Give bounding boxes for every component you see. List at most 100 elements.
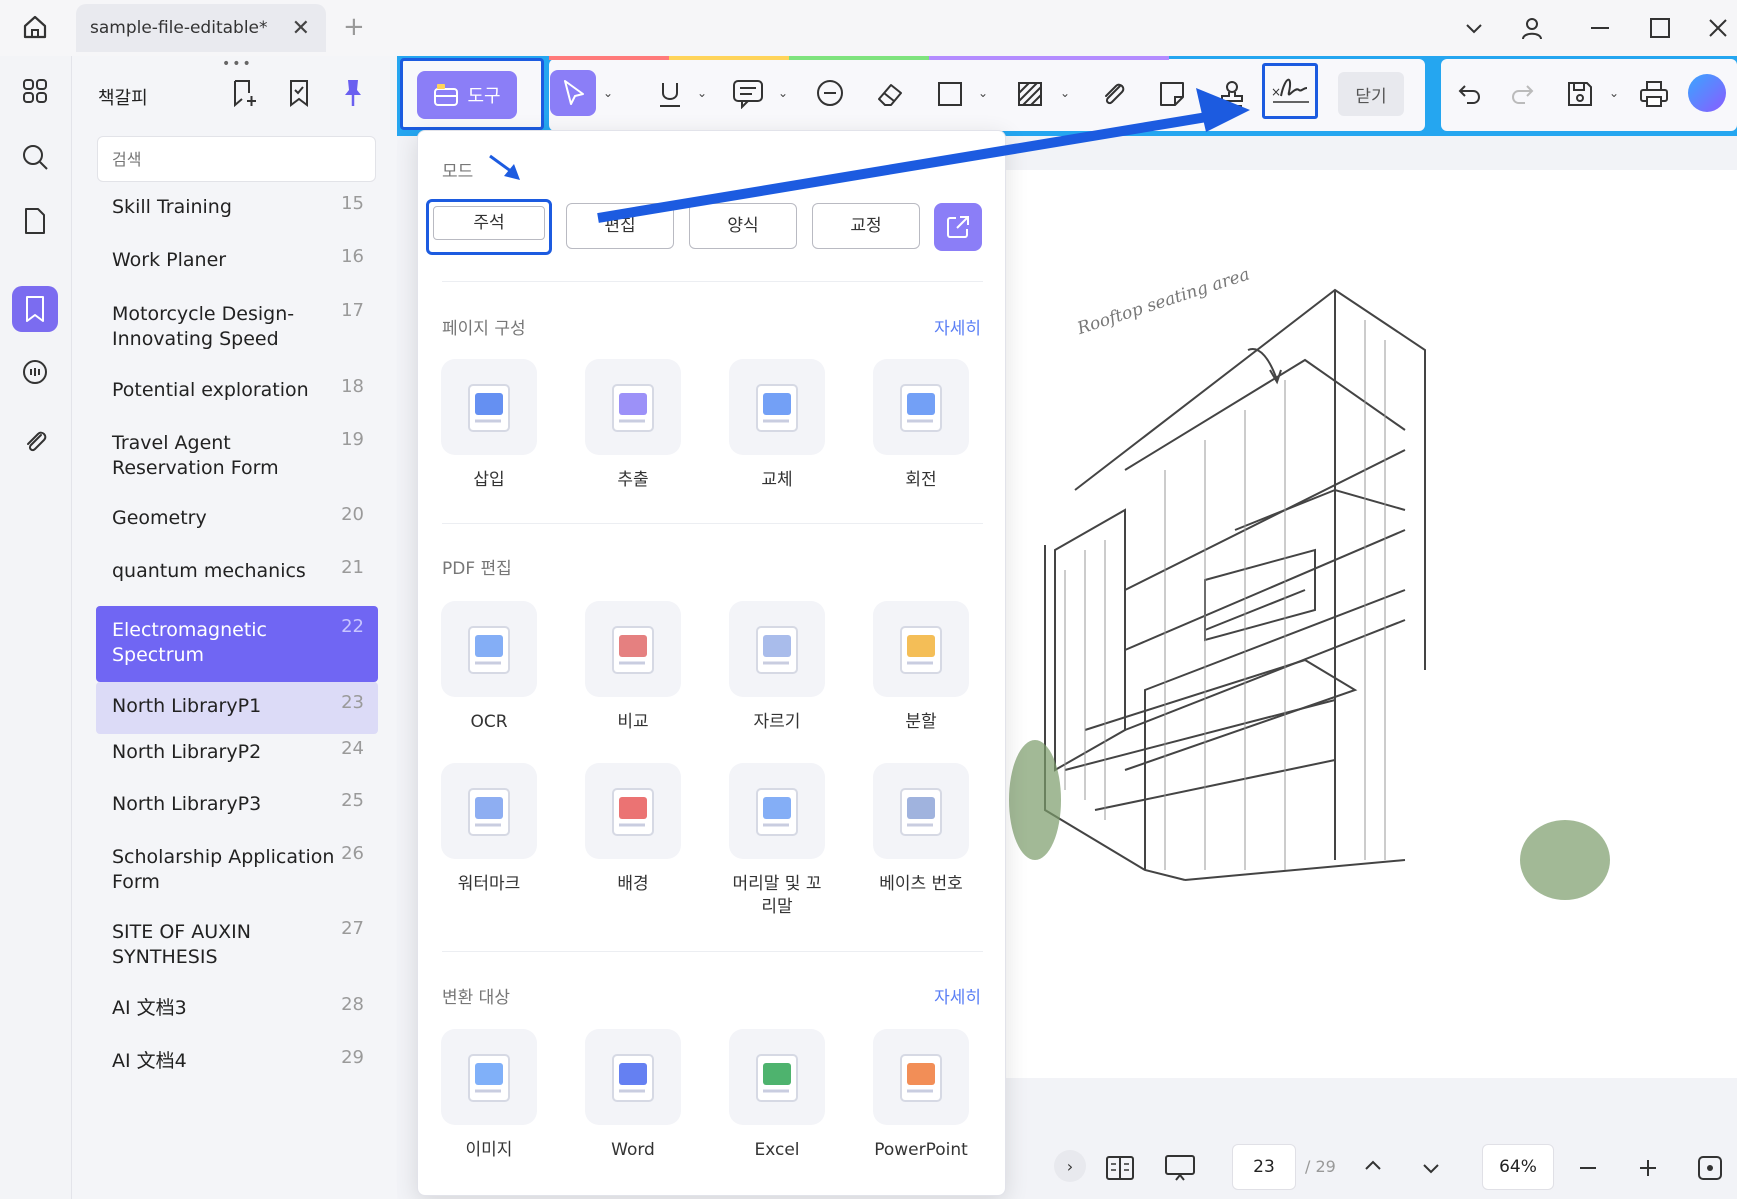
tool-item[interactable]: 비교 bbox=[578, 601, 688, 734]
bookmark-item[interactable]: Travel Agent Reservation Form 19 bbox=[96, 425, 378, 489]
home-icon[interactable] bbox=[18, 10, 52, 44]
chevron-down-icon[interactable]: ⌄ bbox=[978, 86, 988, 100]
tool-item[interactable]: 베이츠 번호 bbox=[866, 763, 976, 896]
fit-page-icon[interactable] bbox=[1692, 1150, 1728, 1186]
callout-icon[interactable] bbox=[728, 74, 768, 114]
bookmark-page-number: 29 bbox=[341, 1047, 364, 1068]
add-tab-icon[interactable]: + bbox=[343, 12, 365, 42]
user-icon[interactable] bbox=[1514, 10, 1550, 46]
panel-resize-handle[interactable]: ••• bbox=[222, 56, 253, 72]
maximize-icon[interactable] bbox=[1642, 10, 1678, 46]
chevron-down-icon[interactable]: ⌄ bbox=[778, 86, 788, 100]
chevron-down-icon[interactable]: ⌄ bbox=[1060, 86, 1070, 100]
search-icon[interactable] bbox=[12, 134, 58, 180]
tool-item[interactable]: 삽입 bbox=[434, 359, 544, 492]
area-hatch-icon[interactable] bbox=[1010, 74, 1050, 114]
ai-assistant-icon[interactable] bbox=[1688, 74, 1726, 112]
close-tools-button[interactable]: 닫기 bbox=[1338, 72, 1404, 116]
tool-item[interactable]: 이미지 bbox=[434, 1029, 544, 1162]
chevron-down-icon[interactable]: ⌄ bbox=[603, 86, 613, 100]
stamp-icon[interactable] bbox=[1212, 74, 1252, 114]
zoom-in-icon[interactable] bbox=[1630, 1150, 1666, 1186]
tool-item[interactable]: 자르기 bbox=[722, 601, 832, 734]
attachment-icon[interactable] bbox=[12, 418, 58, 464]
pin-icon[interactable] bbox=[336, 76, 370, 110]
tool-item[interactable]: 머리말 및 꼬 리말 bbox=[722, 763, 832, 919]
previous-page-icon[interactable] bbox=[1355, 1148, 1391, 1184]
bookmark-label: Motorcycle Design- Innovating Speed bbox=[112, 303, 295, 350]
eraser-icon[interactable] bbox=[870, 74, 910, 114]
bookmark-item[interactable]: Electromagnetic Spectrum 22 bbox=[96, 606, 378, 682]
bookmark-outline-icon[interactable] bbox=[282, 76, 316, 110]
bookmark-item[interactable]: AI 文档4 29 bbox=[96, 1043, 378, 1087]
tool-item[interactable]: Word bbox=[578, 1029, 688, 1162]
page-icon[interactable] bbox=[12, 198, 58, 244]
bookmark-item[interactable]: AI 文档3 28 bbox=[96, 990, 378, 1034]
tool-item[interactable]: 분할 bbox=[866, 601, 976, 734]
bookmark-item[interactable]: Motorcycle Design- Innovating Speed 17 bbox=[96, 296, 378, 360]
expand-panel-icon[interactable]: › bbox=[1054, 1150, 1086, 1182]
chevron-down-icon[interactable] bbox=[1456, 10, 1492, 46]
bookmark-item[interactable]: North LibraryP2 24 bbox=[96, 734, 378, 778]
tool-item[interactable]: 워터마크 bbox=[434, 763, 544, 896]
tool-item[interactable]: 회전 bbox=[866, 359, 976, 492]
bookmark-item[interactable]: North LibraryP3 25 bbox=[96, 786, 378, 830]
comment-icon[interactable] bbox=[12, 350, 58, 396]
reading-mode-icon[interactable] bbox=[1102, 1150, 1138, 1186]
bookmark-item[interactable]: Scholarship Application Form 26 bbox=[96, 839, 378, 903]
tool-item[interactable]: OCR bbox=[434, 601, 544, 734]
undo-icon[interactable] bbox=[1450, 74, 1490, 114]
bookmark-search-input[interactable] bbox=[97, 136, 376, 182]
pdf-edit-title: PDF 편집 bbox=[442, 559, 512, 579]
tool-item-label: Excel bbox=[754, 1140, 800, 1160]
tools-button[interactable]: 도구 bbox=[417, 71, 517, 119]
add-bookmark-icon[interactable] bbox=[227, 76, 261, 110]
mode-proofread-button[interactable]: 교정 bbox=[812, 203, 920, 249]
bookmark-item[interactable]: quantum mechanics 21 bbox=[96, 553, 378, 597]
mode-annotate-button[interactable]: 주석 bbox=[426, 199, 552, 255]
paperclip-icon[interactable] bbox=[1094, 74, 1134, 114]
next-page-icon[interactable] bbox=[1413, 1150, 1449, 1186]
zoom-level[interactable]: 64% bbox=[1482, 1144, 1554, 1190]
presentation-icon[interactable] bbox=[1162, 1150, 1198, 1186]
external-link-button[interactable] bbox=[934, 203, 982, 251]
tool-item[interactable]: 배경 bbox=[578, 763, 688, 896]
page-organize-more-link[interactable]: 자세히 bbox=[934, 314, 981, 339]
minimize-icon[interactable] bbox=[1582, 10, 1618, 46]
thumbnails-icon[interactable] bbox=[12, 68, 58, 114]
document-tab[interactable]: sample-file-editable* ✕ bbox=[76, 4, 326, 52]
tool-item[interactable]: 교체 bbox=[722, 359, 832, 492]
bookmark-item[interactable]: Skill Training 15 bbox=[96, 189, 378, 233]
convert-more-link[interactable]: 자세히 bbox=[934, 983, 981, 1008]
comment-bubble-icon[interactable] bbox=[810, 74, 850, 114]
chevron-down-icon[interactable]: ⌄ bbox=[1609, 86, 1619, 100]
rectangle-icon[interactable] bbox=[930, 74, 970, 114]
bookmark-label: North LibraryP1 bbox=[112, 695, 262, 717]
select-tool-button[interactable] bbox=[550, 70, 596, 116]
bookmark-item[interactable]: Work Planer 16 bbox=[96, 242, 378, 286]
page-number-input[interactable]: 23 bbox=[1232, 1144, 1296, 1190]
bookmark-item[interactable]: Geometry 20 bbox=[96, 500, 378, 544]
underline-icon[interactable] bbox=[650, 74, 690, 114]
tool-group-highlight: 도구 bbox=[400, 58, 544, 130]
bookmark-item[interactable]: SITE OF AUXIN SYNTHESIS 27 bbox=[96, 914, 378, 978]
mode-form-button[interactable]: 양식 bbox=[689, 203, 797, 249]
bookmark-panel: ••• 책갈피 Skill Training 15 Work Planer 16 Mot… bbox=[72, 56, 397, 1199]
window-close-icon[interactable] bbox=[1700, 10, 1736, 46]
zoom-out-icon[interactable] bbox=[1570, 1150, 1606, 1186]
print-icon[interactable] bbox=[1634, 74, 1674, 114]
bookmark-item[interactable]: North LibraryP1 23 bbox=[96, 682, 378, 734]
signature-tool-highlight[interactable]: × bbox=[1262, 63, 1318, 119]
mode-edit-button[interactable]: 편집 bbox=[566, 203, 674, 249]
sticky-note-icon[interactable] bbox=[1152, 74, 1192, 114]
tool-item[interactable]: 추출 bbox=[578, 359, 688, 492]
bookmark-icon[interactable] bbox=[12, 286, 58, 332]
close-icon[interactable]: ✕ bbox=[292, 16, 310, 41]
tool-item[interactable]: Excel bbox=[722, 1029, 832, 1162]
bookmark-item[interactable]: Potential exploration 18 bbox=[96, 372, 378, 416]
chevron-down-icon[interactable]: ⌄ bbox=[697, 86, 707, 100]
tool-item[interactable]: PowerPoint bbox=[866, 1029, 976, 1162]
save-icon[interactable] bbox=[1560, 74, 1600, 114]
redo-icon[interactable] bbox=[1502, 74, 1542, 114]
bookmark-label: AI 文档4 bbox=[112, 1050, 187, 1072]
